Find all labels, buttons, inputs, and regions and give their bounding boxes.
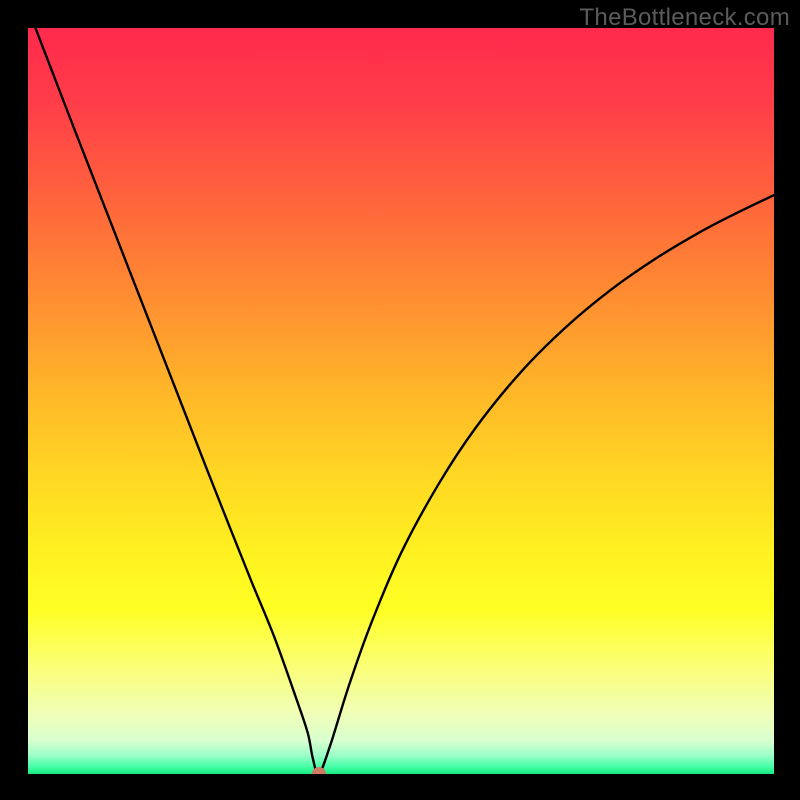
chart-svg	[28, 28, 774, 774]
gradient-background	[28, 28, 774, 774]
plot-area	[28, 28, 774, 774]
chart-frame: TheBottleneck.com	[0, 0, 800, 800]
watermark-text: TheBottleneck.com	[579, 4, 790, 32]
